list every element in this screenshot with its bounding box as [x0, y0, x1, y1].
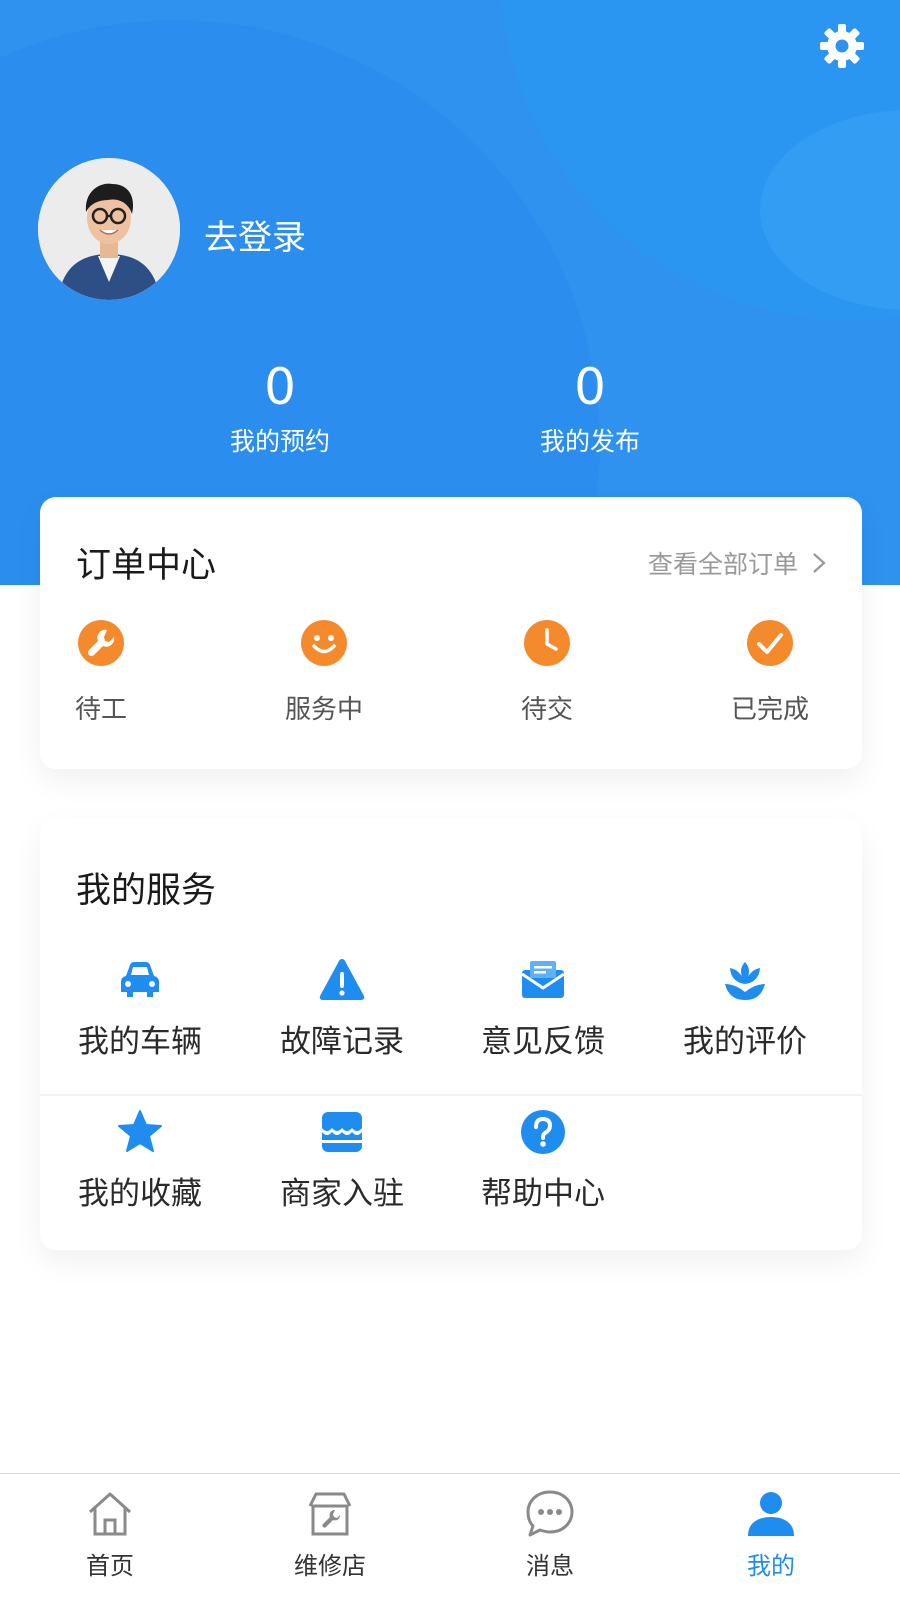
service-my-reviews[interactable]: 我的评价 — [660, 956, 830, 1061]
service-fault-records[interactable]: 故障记录 — [257, 956, 427, 1061]
my-services-title: 我的服务 — [76, 871, 217, 911]
service-label: 意见反馈 — [481, 1024, 605, 1060]
service-label: 故障记录 — [280, 1024, 404, 1060]
wrench-icon — [78, 620, 124, 666]
order-status-completed[interactable]: 已完成 — [695, 619, 845, 726]
order-center-card: 订单中心 查看全部订单 待工 服务中 待交 已完成 — [40, 497, 862, 769]
service-feedback[interactable]: 意见反馈 — [458, 956, 628, 1061]
stat-label: 我的预约 — [229, 427, 330, 456]
stat-value: 0 — [574, 358, 606, 416]
stat-appointments[interactable]: 0 我的预约 — [180, 358, 380, 458]
help-icon — [521, 1110, 565, 1154]
user-icon — [748, 1492, 794, 1536]
service-label: 我的收藏 — [78, 1176, 202, 1212]
order-status-pending-work[interactable]: 待工 — [26, 619, 176, 726]
view-all-orders-link[interactable]: 查看全部订单 — [648, 545, 826, 581]
service-my-vehicles[interactable]: 我的车辆 — [55, 956, 225, 1061]
mail-icon — [521, 961, 565, 998]
login-link[interactable]: 去登录 — [204, 210, 306, 259]
warning-icon — [319, 959, 365, 1000]
stat-label: 我的发布 — [539, 427, 640, 456]
order-status-label: 服务中 — [284, 695, 363, 725]
order-status-pending-delivery[interactable]: 待交 — [472, 619, 622, 726]
order-status-in-service[interactable]: 服务中 — [249, 619, 399, 726]
tab-home[interactable]: 首页 — [50, 1488, 170, 1581]
check-icon — [747, 620, 793, 666]
service-label: 我的车辆 — [78, 1024, 202, 1060]
home-icon — [88, 1492, 132, 1536]
order-status-label: 已完成 — [730, 695, 809, 725]
stat-posts[interactable]: 0 我的发布 — [490, 358, 690, 458]
smile-icon — [301, 620, 347, 666]
service-label: 我的评价 — [683, 1024, 807, 1060]
avatar-image — [38, 158, 180, 300]
row-divider — [40, 1094, 862, 1096]
tab-messages[interactable]: 消息 — [490, 1488, 610, 1581]
chevron-right-icon — [813, 553, 826, 573]
tab-repair-shop[interactable]: 维修店 — [270, 1488, 390, 1581]
tab-label: 消息 — [526, 1552, 574, 1580]
tab-mine[interactable]: 我的 — [711, 1488, 831, 1581]
service-help-center[interactable]: 帮助中心 — [458, 1108, 628, 1213]
order-status-label: 待工 — [74, 695, 127, 725]
service-my-favorites[interactable]: 我的收藏 — [55, 1108, 225, 1213]
view-all-orders-label: 查看全部订单 — [647, 550, 798, 579]
message-icon — [526, 1490, 574, 1537]
order-status-label: 待交 — [520, 695, 573, 725]
my-services-card: 我的服务 我的车辆 故障记录 意见反馈 我的评价 我的收藏 商家入驻 帮助中心 — [40, 818, 862, 1250]
order-center-title: 订单中心 — [76, 546, 217, 586]
service-label: 商家入驻 — [280, 1176, 404, 1212]
avatar[interactable] — [38, 158, 180, 300]
stat-value: 0 — [264, 358, 296, 416]
tab-label: 我的 — [747, 1552, 795, 1580]
tab-label: 维修店 — [294, 1552, 366, 1580]
service-merchant-join[interactable]: 商家入驻 — [257, 1108, 427, 1213]
tab-label: 首页 — [86, 1552, 134, 1580]
flower-icon — [725, 962, 765, 1000]
gear-icon[interactable] — [818, 22, 866, 70]
car-icon — [121, 962, 159, 997]
clock-icon — [524, 620, 570, 666]
service-label: 帮助中心 — [481, 1176, 605, 1212]
star-icon — [118, 1110, 162, 1152]
bottom-tab-bar: 首页 维修店 消息 我的 — [0, 1473, 900, 1600]
shop-icon — [322, 1112, 362, 1152]
repair-shop-icon — [308, 1492, 352, 1536]
